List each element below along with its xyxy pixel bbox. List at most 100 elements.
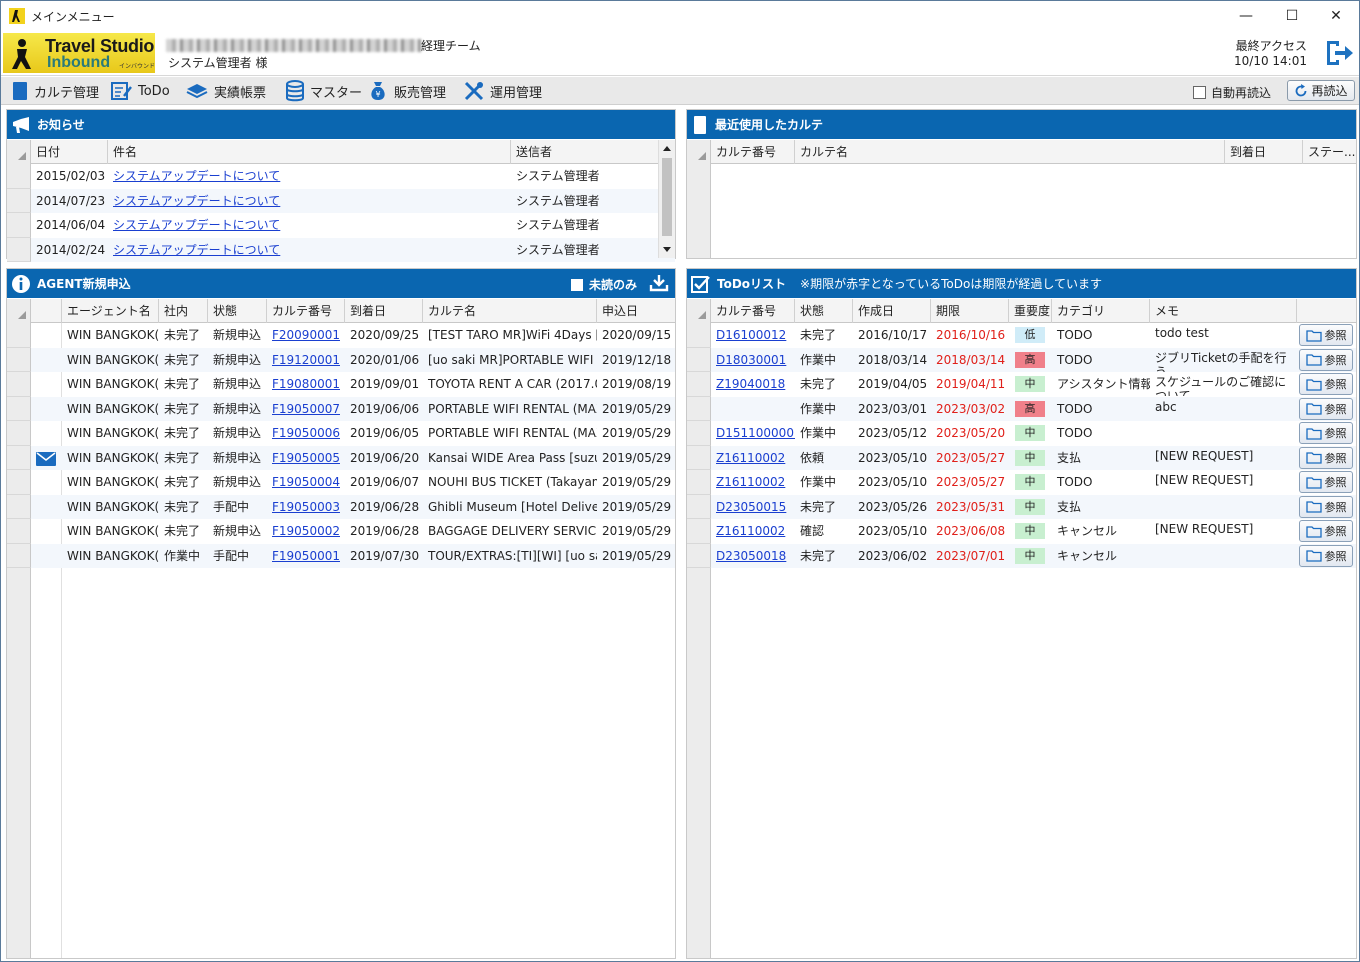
select-all-corner[interactable] — [7, 299, 31, 323]
select-all-corner[interactable] — [687, 140, 711, 164]
notice-subject-link[interactable]: システムアップデートについて — [108, 189, 511, 213]
notices-scrollbar[interactable] — [658, 140, 675, 258]
row-header[interactable] — [7, 470, 31, 495]
menu-todo[interactable]: ToDo — [111, 79, 170, 103]
scroll-thumb[interactable] — [662, 158, 672, 236]
row-header[interactable] — [7, 445, 31, 470]
row-header[interactable] — [687, 347, 711, 372]
close-button[interactable]: ✕ — [1313, 1, 1359, 31]
agent-row[interactable]: WIN BANGKOK(B 未完了 新規申込 F19080001 2019/09/01 T… — [7, 372, 675, 397]
agent-karte-link[interactable]: F19050003 — [267, 495, 345, 519]
row-header[interactable] — [687, 470, 711, 495]
agent-row[interactable]: WIN BANGKOK(B 作業中 手配中 F19050001 2019/07/30 TO… — [7, 543, 675, 568]
agent-karte-link[interactable]: F19050002 — [267, 519, 345, 543]
row-header[interactable] — [687, 372, 711, 397]
reference-button[interactable]: 参照 — [1299, 520, 1353, 542]
todo-row[interactable]: Z16110002 依頼 2023/05/10 2023/05/27 中支払 [NEW R… — [687, 445, 1356, 470]
todo-karte-link[interactable]: D15110000012 — [711, 421, 795, 445]
select-all-corner[interactable] — [687, 299, 711, 323]
menu-operations[interactable]: 運用管理 — [463, 79, 542, 103]
download-icon[interactable] — [649, 274, 669, 292]
reference-button[interactable]: 参照 — [1299, 397, 1353, 420]
reference-button[interactable]: 参照 — [1299, 446, 1353, 469]
reference-button[interactable]: 参照 — [1299, 471, 1353, 493]
col-importance[interactable]: 重要度 — [1009, 299, 1052, 323]
agent-row[interactable]: WIN BANGKOK(B 未完了 新規申込 F19050005 2019/06/20 K… — [7, 445, 675, 470]
todo-row[interactable]: D23050015 未完了 2023/05/26 2023/05/31 中支払 参照 — [687, 494, 1356, 519]
notice-row[interactable]: 2014/07/23 システムアップデートについて システム管理者 — [7, 188, 675, 213]
reference-button[interactable]: 参照 — [1299, 373, 1353, 395]
unread-only-toggle[interactable]: 未読のみ — [570, 276, 637, 293]
auto-reload-checkbox[interactable] — [1192, 86, 1206, 99]
agent-row[interactable]: WIN BANGKOK(B 未完了 新規申込 F19050007 2019/06/06 P… — [7, 396, 675, 421]
col-agent-name[interactable]: エージェント名 — [62, 299, 159, 323]
row-header[interactable] — [687, 445, 711, 470]
scroll-up-arrow-icon[interactable] — [663, 146, 671, 151]
menu-karte[interactable]: カルテ管理 — [11, 79, 99, 103]
col-internal[interactable]: 社内 — [159, 299, 208, 323]
menu-master[interactable]: マスター — [285, 79, 362, 103]
agent-row[interactable]: WIN BANGKOK(B 未完了 新規申込 F19120001 2020/01/06 … — [7, 347, 675, 372]
logout-icon[interactable] — [1323, 38, 1355, 68]
todo-row[interactable]: D15110000012 作業中 2023/05/12 2023/05/20 中 TODO… — [687, 421, 1356, 446]
reference-button[interactable]: 参照 — [1299, 422, 1353, 444]
row-header[interactable] — [7, 421, 31, 446]
row-header[interactable] — [7, 396, 31, 421]
row-header[interactable] — [687, 323, 711, 348]
col-state[interactable]: 状態 — [208, 299, 267, 323]
todo-karte-link[interactable]: D16100012 — [711, 323, 795, 347]
col-memo[interactable]: メモ — [1150, 299, 1297, 323]
reference-button[interactable]: 参照 — [1299, 324, 1353, 346]
row-header[interactable] — [7, 519, 31, 544]
maximize-button[interactable]: ☐ — [1269, 1, 1315, 31]
agent-karte-link[interactable]: F19050006 — [267, 421, 345, 445]
todo-row[interactable]: D23050018 未完了 2023/06/02 2023/07/01 中キャンセル 参照 — [687, 543, 1356, 568]
col-karte-name[interactable]: カルテ名 — [423, 299, 597, 323]
row-header[interactable] — [7, 494, 31, 519]
col-arrival[interactable]: 到着日 — [1225, 140, 1303, 164]
col-category[interactable]: カテゴリ — [1052, 299, 1150, 323]
agent-karte-link[interactable]: F19050004 — [267, 470, 345, 494]
agent-karte-link[interactable]: F19050007 — [267, 397, 345, 421]
row-header[interactable] — [7, 372, 31, 397]
auto-reload-toggle[interactable]: 自動再読込 — [1192, 84, 1271, 101]
row-header[interactable] — [687, 494, 711, 519]
col-karte-number[interactable]: カルテ番号 — [711, 299, 795, 323]
row-header[interactable] — [7, 213, 31, 238]
todo-row[interactable]: Z19040018 未完了 2019/04/05 2019/04/11 中アシスタント情… — [687, 372, 1356, 397]
notice-subject-link[interactable]: システムアップデートについて — [108, 238, 511, 262]
agent-karte-link[interactable]: F19050005 — [267, 446, 345, 470]
notice-row[interactable]: 2014/02/24 システムアップデートについて システム管理者 — [7, 237, 675, 262]
row-header[interactable] — [687, 543, 711, 568]
reference-button[interactable]: 参照 — [1299, 495, 1353, 518]
todo-karte-link[interactable]: D23050018 — [711, 544, 795, 568]
notice-row[interactable]: 2015/02/03 システムアップデートについて システム管理者 — [7, 164, 675, 189]
row-header[interactable] — [687, 421, 711, 446]
minimize-button[interactable]: — — [1223, 1, 1269, 31]
agent-karte-link[interactable]: F19050001 — [267, 544, 345, 568]
col-applied[interactable]: 申込日 — [597, 299, 675, 323]
col-subject[interactable]: 件名 — [108, 140, 511, 164]
col-status[interactable]: 状態 — [795, 299, 853, 323]
menu-sales[interactable]: ¥ 販売管理 — [367, 79, 446, 103]
agent-karte-link[interactable]: F19080001 — [267, 372, 345, 396]
reference-button[interactable]: 参照 — [1299, 348, 1353, 371]
row-header[interactable] — [7, 347, 31, 372]
todo-karte-link[interactable]: Z16110002 — [711, 446, 795, 470]
todo-row[interactable]: D16100012 未完了 2016/10/17 2016/10/16 低 TODO tod… — [687, 323, 1356, 348]
row-header[interactable] — [7, 543, 31, 568]
row-header[interactable] — [7, 164, 31, 189]
col-arrival[interactable]: 到着日 — [345, 299, 423, 323]
menu-reports[interactable]: 実績帳票 — [185, 79, 266, 103]
agent-row[interactable]: WIN BANGKOK(B 未完了 手配中 F19050003 2019/06/28 Gh… — [7, 494, 675, 519]
col-karte-number[interactable]: カルテ番号 — [267, 299, 345, 323]
col-karte-name[interactable]: カルテ名 — [795, 140, 1225, 164]
todo-row[interactable]: Z16110002 作業中 2023/05/10 2023/05/27 中 TODO [NE… — [687, 470, 1356, 495]
todo-row[interactable]: D18030001 作業中 2018/03/14 2018/03/14 高 TODO ジブリ… — [687, 347, 1356, 372]
notice-subject-link[interactable]: システムアップデートについて — [108, 213, 511, 237]
reference-button[interactable]: 参照 — [1299, 544, 1353, 567]
todo-karte-link[interactable]: Z19040018 — [711, 372, 795, 396]
row-header[interactable] — [7, 237, 31, 262]
scroll-down-arrow-icon[interactable] — [663, 247, 671, 252]
todo-karte-link[interactable]: Z16110002 — [711, 519, 795, 543]
